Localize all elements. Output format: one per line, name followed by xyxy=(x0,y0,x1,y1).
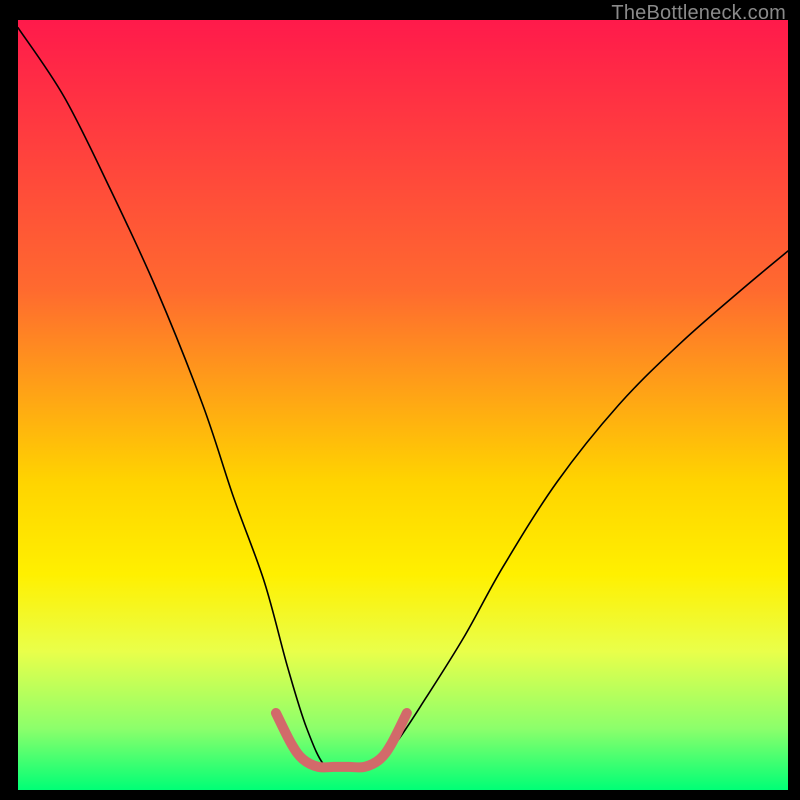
watermark-text: TheBottleneck.com xyxy=(611,2,786,25)
chart-plot-area xyxy=(18,20,788,790)
chart-background xyxy=(18,20,788,790)
chart-frame: TheBottleneck.com xyxy=(0,0,800,800)
chart-svg xyxy=(18,20,788,790)
